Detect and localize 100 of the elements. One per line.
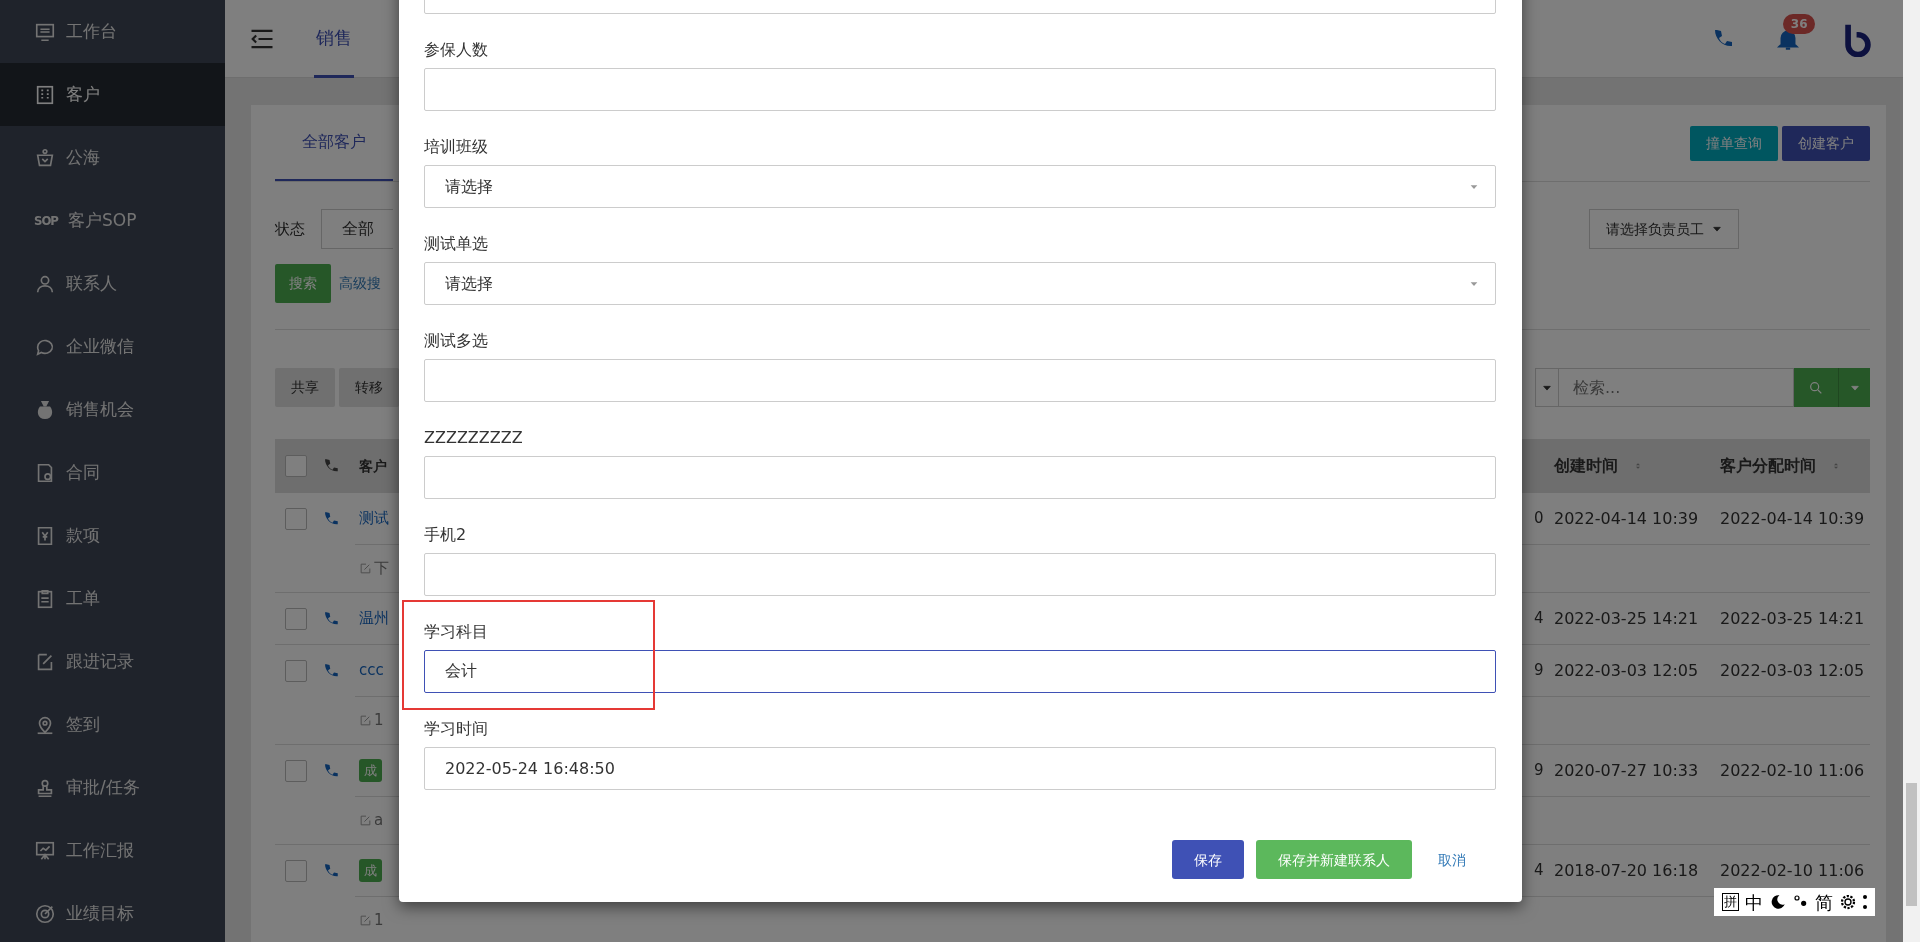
- table-cell-text: 2022-02-10 11:06: [1720, 859, 1866, 882]
- ime-mode[interactable]: 拼: [1722, 893, 1739, 911]
- sidebar-item[interactable]: 联系人: [0, 252, 225, 315]
- sidebar-item[interactable]: 工作台: [0, 0, 225, 63]
- table-cell-text: 2018-07-20 16:18: [1554, 859, 1700, 882]
- table-cell-text: 0: [1534, 507, 1545, 529]
- sidebar-label: 企业微信: [66, 334, 134, 358]
- checkbox[interactable]: [285, 455, 307, 477]
- sop-icon: SOP: [34, 210, 58, 231]
- table-cell-text: 4: [1534, 607, 1545, 629]
- field-label: 学习时间: [424, 718, 488, 740]
- search-submit-button[interactable]: [1794, 368, 1838, 407]
- sidebar-label: 销售机会: [66, 397, 134, 421]
- save-and-new-button[interactable]: 保存并新建联系人: [1256, 840, 1412, 879]
- tab[interactable]: 全部客户: [275, 105, 393, 181]
- select-field[interactable]: 请选择: [424, 262, 1496, 305]
- status-select[interactable]: 全部: [321, 209, 393, 249]
- save-button[interactable]: 保存: [1172, 840, 1244, 879]
- sidebar-label: 审批/任务: [66, 775, 140, 799]
- field-label: 学习科目: [424, 621, 488, 643]
- checkbox[interactable]: [285, 659, 307, 682]
- sidebar-item[interactable]: 款项: [0, 504, 225, 567]
- sidebar-label: 合同: [66, 460, 100, 484]
- sidebar-item[interactable]: 审批/任务: [0, 756, 225, 819]
- sidebar-item[interactable]: SOP 客户SOP: [0, 189, 225, 252]
- edit-icon: [359, 914, 372, 927]
- sidebar-item[interactable]: 合同: [0, 441, 225, 504]
- table-cell-text: 2022-03-03 12:05: [1554, 659, 1700, 682]
- dropdown-toggle-button[interactable]: [1838, 368, 1870, 407]
- field-label: 测试多选: [424, 330, 488, 352]
- advanced-search-link[interactable]: 高级搜: [339, 273, 381, 294]
- query-button[interactable]: 撞单查询: [1690, 125, 1778, 161]
- sidebar-label: 签到: [66, 712, 100, 736]
- status-badge: 成: [359, 858, 382, 883]
- sidebar-item[interactable]: 企业微信: [0, 315, 225, 378]
- sidebar-item[interactable]: 客户: [0, 63, 225, 126]
- input-field[interactable]: [424, 68, 1496, 111]
- sidebar-item[interactable]: 公海: [0, 126, 225, 189]
- search-input[interactable]: 检索...: [1558, 368, 1794, 407]
- sidebar-item[interactable]: 工作汇报: [0, 819, 225, 882]
- table-cell-text: 9: [1534, 659, 1545, 681]
- sidebar-label: 公海: [66, 145, 100, 169]
- nav-tab[interactable]: 销售: [314, 0, 354, 78]
- gear-icon: [1839, 893, 1857, 911]
- sidebar-label: 联系人: [66, 271, 117, 295]
- checkbox[interactable]: [285, 607, 307, 630]
- column-header: 客户: [359, 456, 387, 476]
- sidebar-label: 业绩目标: [66, 901, 134, 925]
- field-label: 参保人数: [424, 39, 488, 61]
- customer-link[interactable]: 测试: [359, 507, 389, 530]
- sidebar-item[interactable]: 签到: [0, 693, 225, 756]
- note-text: 1: [374, 910, 384, 932]
- sidebar-label: 跟进记录: [66, 649, 134, 673]
- customer-link[interactable]: ccc: [359, 659, 384, 682]
- action-button[interactable]: 转移: [339, 368, 399, 407]
- checkbox[interactable]: [285, 759, 307, 782]
- ime-language[interactable]: 中: [1745, 888, 1763, 916]
- building-icon: [34, 83, 56, 106]
- note-text: a: [374, 810, 384, 832]
- sidebar-label: 客户: [66, 82, 100, 106]
- edit-icon: [359, 814, 372, 827]
- column-header: 创建时间: [1554, 455, 1618, 477]
- input-field[interactable]: [424, 456, 1496, 499]
- status-badge: 成: [359, 758, 382, 783]
- checkbox[interactable]: [285, 859, 307, 882]
- table-cell-text: 2022-04-14 10:39: [1720, 507, 1866, 530]
- input-field[interactable]: 会计: [424, 650, 1496, 693]
- customer-link[interactable]: 温州: [359, 607, 389, 630]
- input-field[interactable]: [424, 553, 1496, 596]
- sidebar-item[interactable]: 跟进记录: [0, 630, 225, 693]
- search-button[interactable]: 搜索: [275, 264, 331, 303]
- sidebar-item[interactable]: 销售机会: [0, 378, 225, 441]
- staff-dropdown[interactable]: 请选择负责员工: [1589, 209, 1739, 249]
- scrollbar[interactable]: [1903, 0, 1920, 942]
- table-cell-text: 2022-03-25 14:21: [1720, 607, 1866, 630]
- checkbox[interactable]: [285, 507, 307, 530]
- sidebar-item[interactable]: 工单: [0, 567, 225, 630]
- sidebar-label: 工作台: [66, 19, 117, 43]
- input-field[interactable]: 2022-05-24 16:48:50: [424, 747, 1496, 790]
- select-field[interactable]: 请选择: [424, 165, 1496, 208]
- basket-icon: [34, 146, 56, 169]
- input-field[interactable]: [424, 359, 1496, 402]
- edit-icon: [359, 714, 372, 727]
- notification-badge: 36: [1783, 13, 1816, 34]
- action-button[interactable]: 共享: [275, 368, 335, 407]
- field-dropdown[interactable]: [1535, 368, 1558, 407]
- moon-icon: [1769, 893, 1787, 911]
- edit-icon: [359, 562, 372, 575]
- sidebar-label: 客户SOP: [68, 208, 137, 232]
- ime-charset[interactable]: 简: [1815, 888, 1833, 916]
- table-cell-text: 2020-07-27 10:33: [1554, 759, 1700, 782]
- column-header: 客户分配时间: [1720, 455, 1816, 477]
- cancel-link[interactable]: 取消: [1424, 840, 1480, 879]
- note-text: 1: [374, 710, 384, 732]
- create-button[interactable]: 创建客户: [1782, 125, 1870, 161]
- table-cell-text: 4: [1534, 859, 1545, 881]
- sidebar-label: 工作汇报: [66, 838, 134, 862]
- field-label: 测试单选: [424, 233, 488, 255]
- scrollbar-thumb[interactable]: [1906, 783, 1917, 906]
- sidebar-item[interactable]: 业绩目标: [0, 882, 225, 942]
